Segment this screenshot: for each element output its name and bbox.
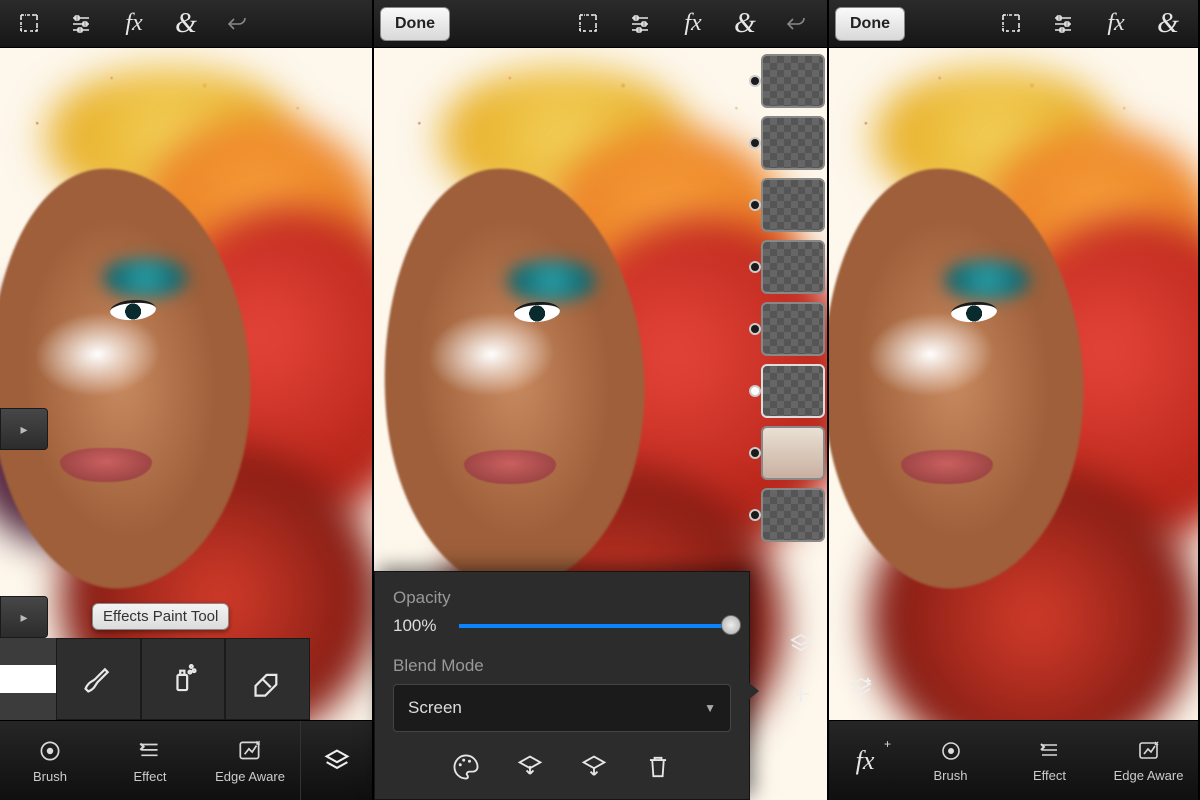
layers-strip [751,54,825,716]
edge-aware-tab-label: Edge Aware [1114,768,1184,783]
add-layer-icon[interactable] [781,674,821,714]
undo-icon[interactable] [773,4,821,44]
canvas[interactable] [829,48,1198,800]
edge-aware-tab-label: Edge Aware [215,769,285,784]
edge-aware-tab[interactable]: Edge Aware [1099,721,1198,800]
blend-mode-value: Screen [408,698,462,718]
ampersand-icon[interactable]: & [162,4,210,44]
undo-icon[interactable] [214,4,262,44]
chevron-down-icon: ▼ [704,701,716,715]
selection-tool-icon[interactable] [988,4,1036,44]
spray-tool-icon[interactable] [141,638,226,720]
app-panel-2: Done fx & [374,0,829,800]
blend-mode-select[interactable]: Screen ▼ [393,684,731,732]
tool-row [0,638,310,720]
layer-thumb[interactable] [761,302,825,356]
ampersand-icon[interactable]: & [1144,4,1192,44]
fx-icon[interactable]: fx [110,4,158,44]
layer-thumb[interactable] [761,426,825,480]
brush-tab[interactable]: Brush [0,721,100,800]
ampersand-icon[interactable]: & [721,4,769,44]
merge-down-icon[interactable] [515,752,545,787]
popover-actions [393,746,731,789]
bottom-bar: Brush Effect Edge Aware [0,720,372,800]
popover-pointer [747,681,759,701]
layer-thumb[interactable] [761,488,825,542]
layer-thumb[interactable] [761,178,825,232]
layers-button[interactable] [300,721,372,800]
layers-panel-actions [781,624,821,714]
done-button[interactable]: Done [835,7,905,41]
selection-tool-icon[interactable] [565,4,613,44]
brush-tab-label: Brush [934,768,968,783]
tooltip-effects-paint-tool: Effects Paint Tool [92,603,229,630]
effect-tab[interactable]: Effect [100,721,200,800]
brush-tool-icon[interactable] [56,638,141,720]
adjustments-icon[interactable] [58,4,106,44]
layer-thumb[interactable] [761,240,825,294]
layers-add-icon[interactable] [841,668,881,708]
opacity-slider[interactable] [459,623,731,629]
color-swatch[interactable] [0,638,56,720]
fx-icon[interactable]: fx [1092,4,1140,44]
opacity-value: 100% [393,616,447,636]
palette-icon[interactable] [451,752,481,787]
effect-tab[interactable]: Effect [1000,721,1099,800]
adjustments-icon[interactable] [617,4,665,44]
fx-button[interactable]: fx + [829,721,901,800]
effect-tab-label: Effect [1033,768,1066,783]
selection-tool-icon[interactable] [6,4,54,44]
layer-thumb-selected[interactable] [761,364,825,418]
layer-options-popover: Opacity 100% Blend Mode Screen ▼ [374,571,750,800]
brush-tab-label: Brush [33,769,67,784]
eraser-tool-icon[interactable] [225,638,310,720]
artwork [829,48,1198,800]
bottom-bar: fx + Brush Effect Edge Aware [829,720,1198,800]
plus-badge: + [884,737,891,751]
fx-icon[interactable]: fx [669,4,717,44]
app-panel-3: Done fx & fx + Brush [829,0,1198,800]
layer-thumb[interactable] [761,116,825,170]
done-button[interactable]: Done [380,7,450,41]
edge-aware-tab[interactable]: Edge Aware [200,721,300,800]
app-panel-1: fx & Effects Paint Tool [0,0,374,800]
duplicate-layer-icon[interactable] [579,752,609,787]
top-toolbar: Done fx & [829,0,1198,48]
opacity-label: Opacity [393,588,731,608]
side-handle-upper[interactable] [0,408,48,450]
blend-mode-label: Blend Mode [393,656,731,676]
side-handle-lower[interactable] [0,596,48,638]
top-toolbar: fx & [0,0,372,48]
trash-icon[interactable] [643,752,673,787]
brush-tab[interactable]: Brush [901,721,1000,800]
top-toolbar: Done fx & [374,0,827,48]
adjustments-icon[interactable] [1040,4,1088,44]
layer-thumb[interactable] [761,54,825,108]
effect-tab-label: Effect [133,769,166,784]
layers-icon[interactable] [781,624,821,664]
